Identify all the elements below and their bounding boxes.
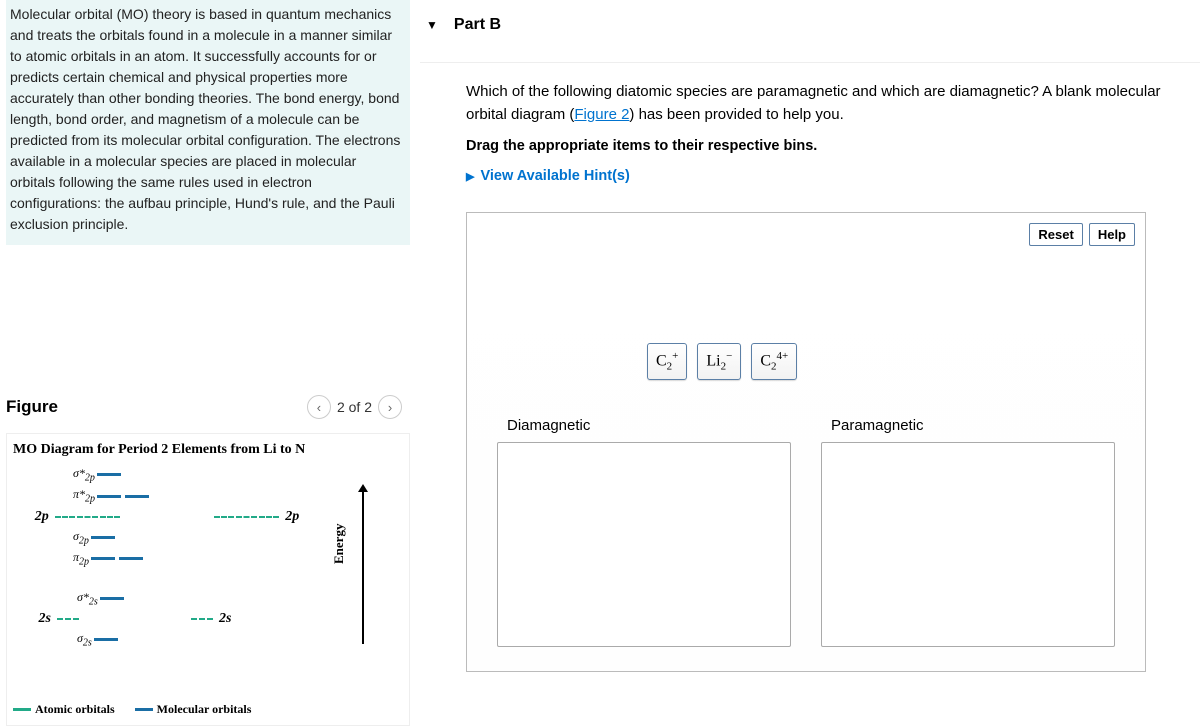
chip-c2-plus[interactable]: C2+ [647, 343, 687, 380]
question-text: Which of the following diatomic species … [466, 81, 1182, 126]
figure-pager: ‹ 2 of 2 › [307, 395, 402, 419]
figure-heading: Figure [6, 397, 58, 417]
energy-axis: Energy [353, 484, 373, 644]
mo-legend: Atomic orbitals Molecular orbitals [13, 702, 403, 717]
bin-paramagnetic-label: Paramagnetic [821, 413, 1115, 438]
chevron-right-icon: ▶ [466, 170, 474, 183]
reset-button[interactable]: Reset [1029, 223, 1082, 246]
chip-c2-4plus[interactable]: C24+ [751, 343, 797, 380]
part-header[interactable]: ▼ Part B [420, 0, 1200, 63]
drag-drop-workspace: Reset Help C2+ Li2− C24+ Diamagnetic Par… [466, 212, 1146, 672]
help-button[interactable]: Help [1089, 223, 1135, 246]
bin-diamagnetic[interactable]: Diamagnetic [497, 413, 791, 659]
bin-diamagnetic-label: Diamagnetic [497, 413, 791, 438]
pager-indicator: 2 of 2 [337, 399, 372, 415]
pager-prev-button[interactable]: ‹ [307, 395, 331, 419]
figure-link[interactable]: Figure 2 [574, 106, 629, 123]
mo-diagram-card: MO Diagram for Period 2 Elements from Li… [6, 433, 410, 726]
bin-paramagnetic[interactable]: Paramagnetic [821, 413, 1115, 659]
part-title: Part B [454, 16, 501, 34]
energy-axis-label: Energy [331, 524, 347, 564]
draggable-items: C2+ Li2− C24+ [647, 343, 797, 380]
intro-text: Molecular orbital (MO) theory is based i… [6, 0, 410, 245]
hints-toggle[interactable]: ▶ View Available Hint(s) [466, 168, 1182, 184]
chip-li2-minus[interactable]: Li2− [697, 343, 741, 380]
mo-diagram-title: MO Diagram for Period 2 Elements from Li… [13, 442, 403, 458]
chevron-down-icon: ▼ [426, 18, 438, 32]
mo-diagram: Energy σ*2p π*2p 2p [13, 464, 403, 694]
drag-instruction: Drag the appropriate items to their resp… [466, 138, 1182, 154]
pager-next-button[interactable]: › [378, 395, 402, 419]
